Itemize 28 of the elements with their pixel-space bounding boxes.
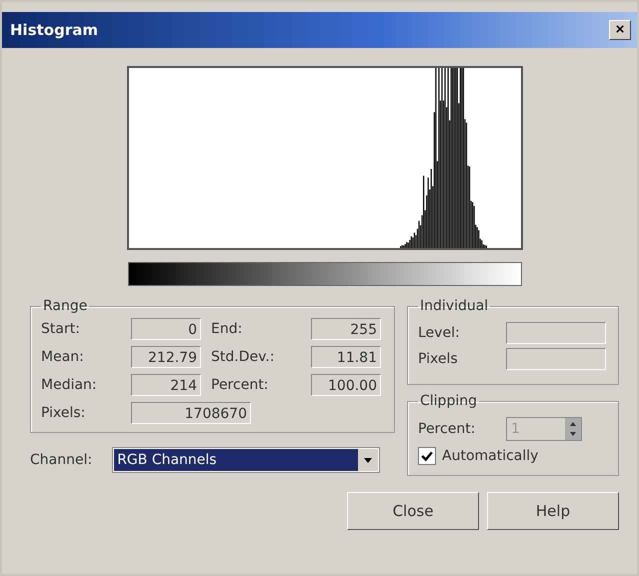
close-button[interactable]: ×	[609, 20, 631, 40]
field-label: Channel:	[30, 452, 92, 468]
field-label: Level:	[418, 325, 461, 341]
field-label: Start:	[41, 321, 81, 337]
checkbox[interactable]	[418, 447, 436, 465]
group-title: Individual	[419, 298, 490, 314]
field-label: Pixels:	[41, 405, 86, 421]
value-field: 214	[131, 374, 201, 396]
field-label: Percent:	[211, 377, 270, 393]
value-field: 0	[131, 318, 201, 340]
dialog-button[interactable]: Help	[487, 492, 619, 530]
field-label: Mean:	[41, 349, 85, 365]
group-title: Range	[42, 298, 88, 314]
value-field: 100.00	[311, 374, 381, 396]
group-title: Clipping	[419, 393, 478, 409]
value-field: 11.81	[311, 346, 381, 368]
checkbox-label: Automatically	[442, 448, 538, 464]
field-label: Percent:	[418, 421, 476, 437]
dialog-button[interactable]: Close	[347, 492, 479, 530]
channel-dropdown[interactable]: RGB Channels	[112, 447, 380, 473]
window-title: Histogram	[10, 21, 98, 39]
field-label: Std.Dev.:	[211, 349, 276, 365]
value-field: 1708670	[131, 402, 251, 424]
field-label: Median:	[41, 377, 98, 393]
field-label: Pixels	[418, 351, 459, 367]
value-field: 212.79	[131, 346, 201, 368]
value-field: 255	[311, 318, 381, 340]
field-label: End:	[211, 321, 244, 337]
